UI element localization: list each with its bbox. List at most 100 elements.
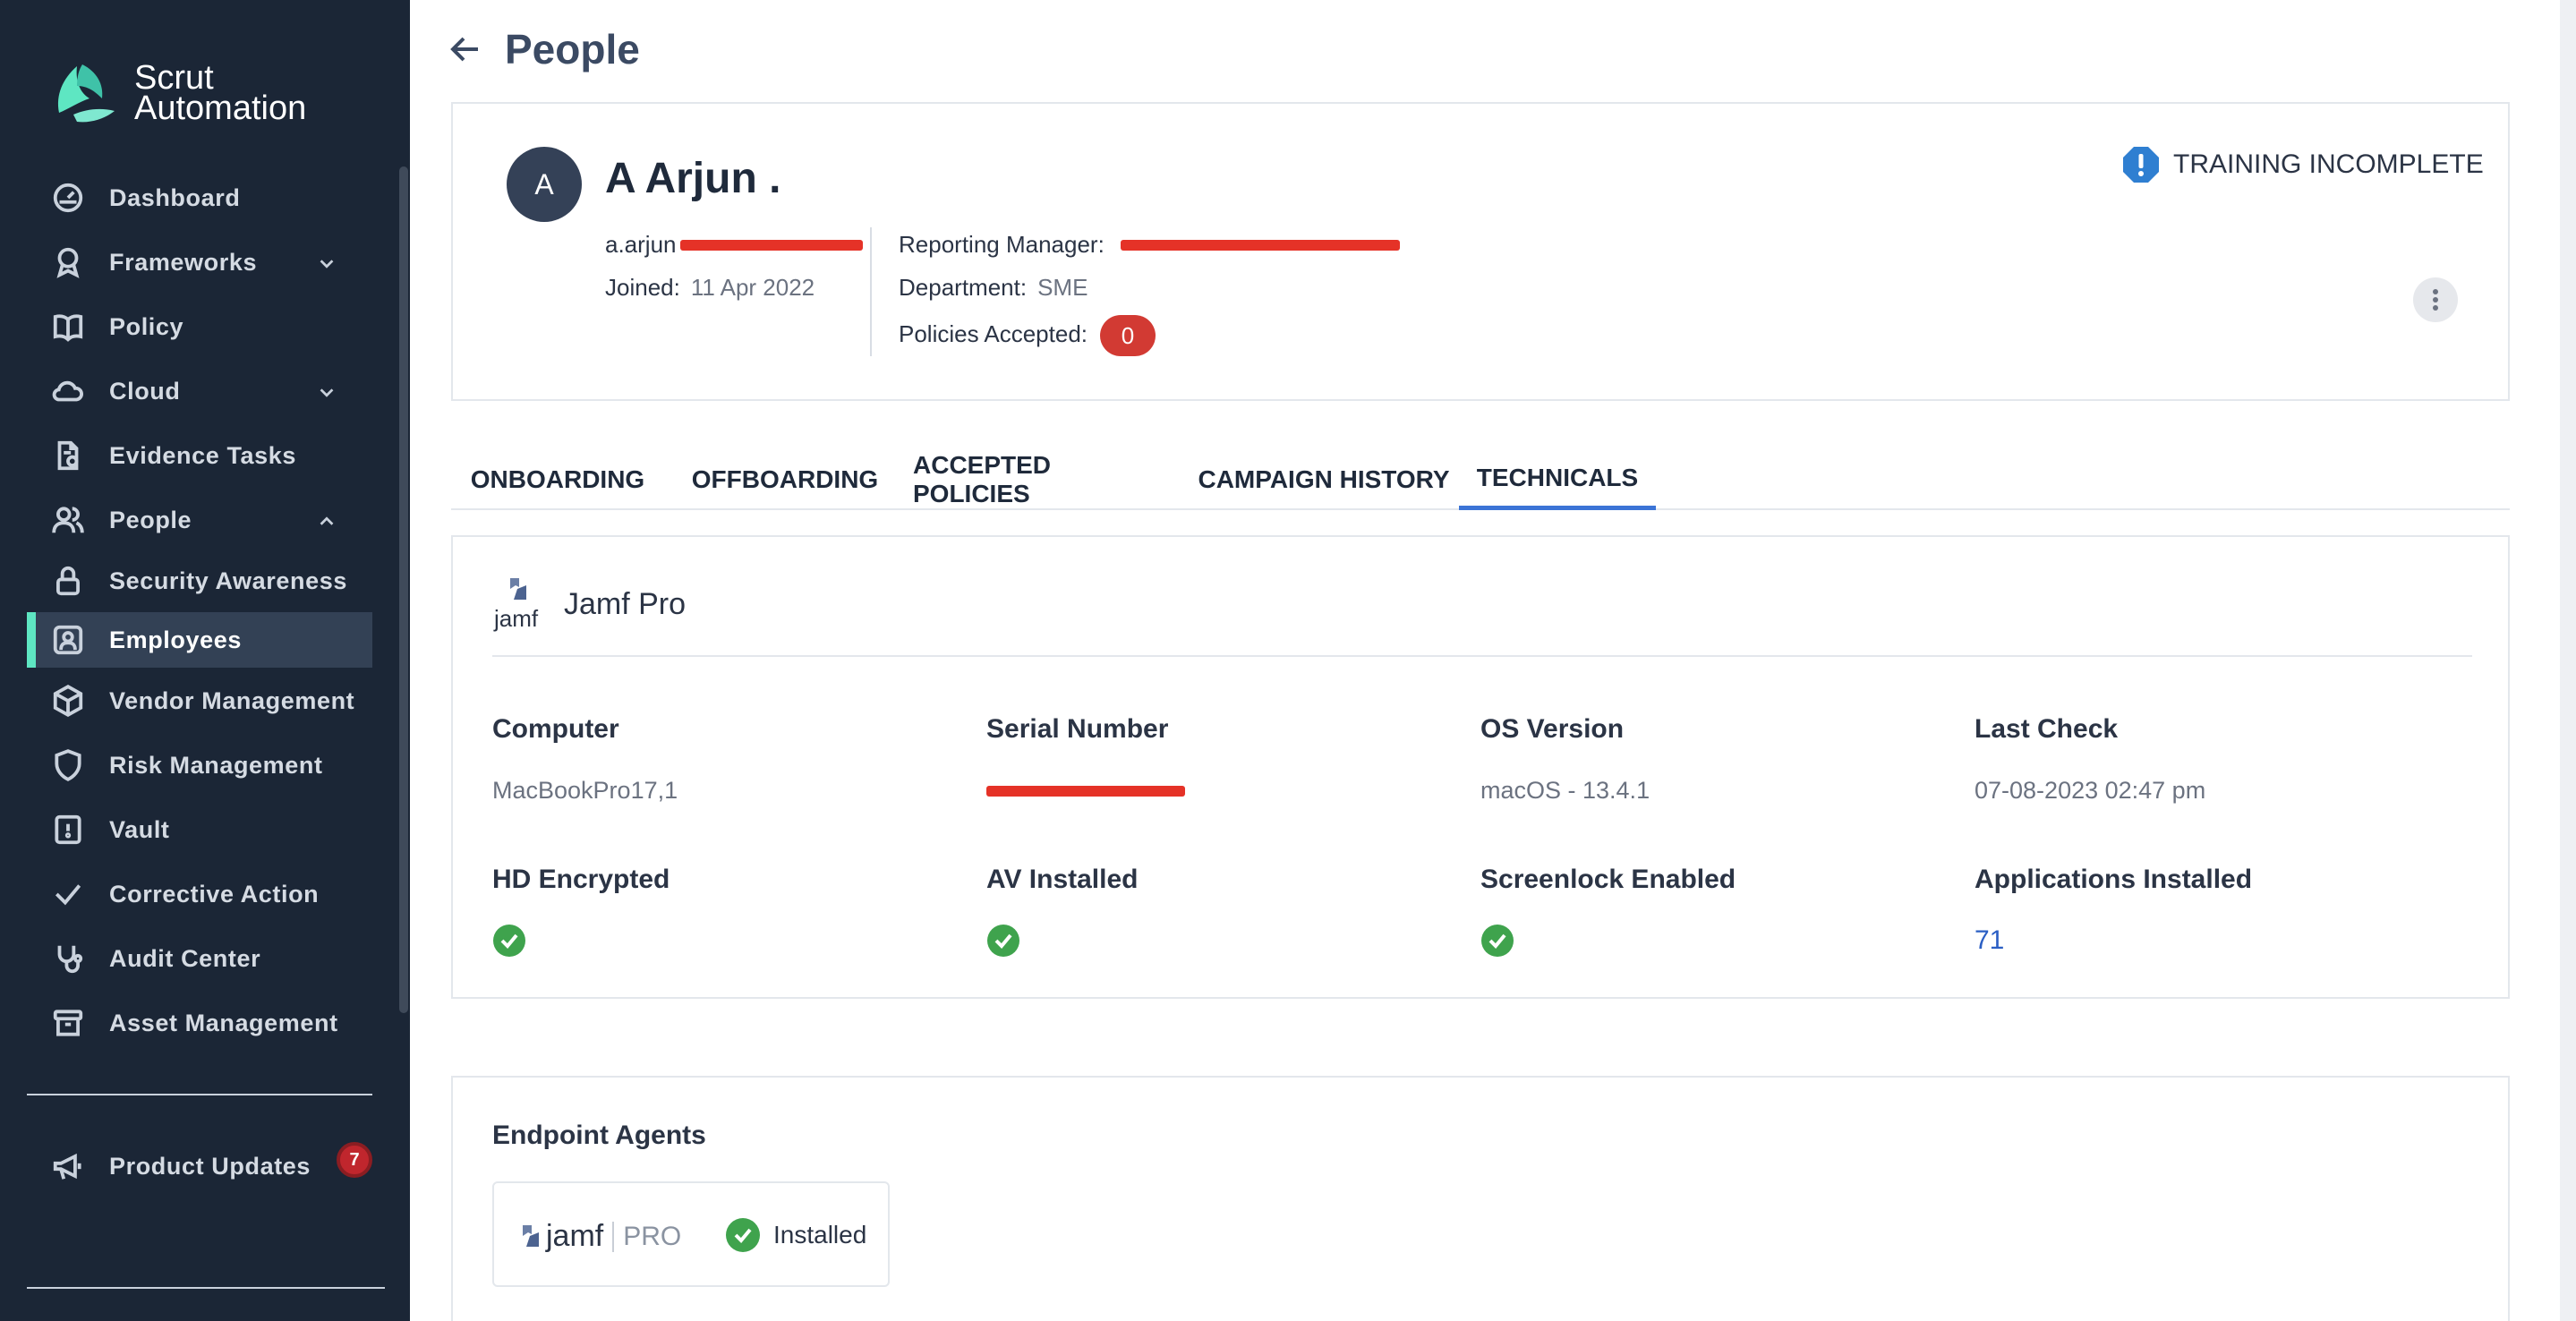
- cloud-icon: [50, 373, 86, 409]
- brand-line-1: Scrut: [134, 59, 214, 97]
- sidebar-divider: [27, 1094, 372, 1095]
- sidebar-item-label: Risk Management: [109, 751, 323, 779]
- sidebar-item-risk-management[interactable]: Risk Management: [27, 737, 372, 793]
- tab-offboarding[interactable]: OFFBOARDING: [686, 449, 884, 510]
- last-check-value: 07-08-2023 02:47 pm: [1975, 777, 2206, 804]
- sidebar-item-employees[interactable]: Employees: [27, 612, 372, 668]
- av-installed-check-icon: [987, 925, 1019, 957]
- training-status: TRAINING INCOMPLETE: [2121, 145, 2484, 184]
- sidebar-item-security-awareness[interactable]: Security Awareness: [27, 553, 372, 609]
- reporting-manager-label: Reporting Manager:: [899, 231, 1105, 258]
- endpoint-agents-card: Endpoint Agents jamf PRO Installed: [451, 1076, 2510, 1321]
- sidebar-item-asset-management[interactable]: Asset Management: [27, 995, 372, 1051]
- sidebar-item-product-updates[interactable]: Product Updates: [27, 1138, 372, 1194]
- agent-logo-text: jamf: [546, 1219, 604, 1253]
- sidebar-item-people[interactable]: People: [27, 492, 372, 548]
- policies-accepted-count[interactable]: 0: [1100, 315, 1156, 356]
- agent-jamf-pro[interactable]: jamf PRO Installed: [492, 1181, 890, 1287]
- technicals-card: jamf Jamf Pro Computer MacBookPro17,1 Se…: [451, 535, 2510, 999]
- shield-icon: [50, 747, 86, 783]
- redaction-mark: [680, 240, 863, 251]
- employee-tabs: ONBOARDING OFFBOARDING ACCEPTED POLICIES…: [451, 449, 2510, 510]
- chevron-down-icon[interactable]: [317, 381, 337, 401]
- jamf-logo-icon: jamf: [493, 578, 539, 632]
- joined-value: 11 Apr 2022: [690, 274, 815, 301]
- tab-accepted-policies[interactable]: ACCEPTED POLICIES: [913, 449, 1173, 510]
- serial-number-label: Serial Number: [986, 714, 1169, 744]
- brand-line-2: Automation: [134, 89, 307, 127]
- alert-octagon-icon: [2123, 147, 2159, 183]
- stethoscope-icon: [50, 941, 86, 976]
- joined-info: Joined: 11 Apr 2022: [605, 274, 815, 302]
- agent-logo-sub: PRO: [612, 1221, 681, 1252]
- screenlock-enabled-label: Screenlock Enabled: [1480, 865, 1736, 894]
- sidebar-item-cloud[interactable]: Cloud: [27, 363, 372, 419]
- sidebar-item-label: Policy: [109, 312, 184, 340]
- jamf-mark-icon: [523, 1224, 539, 1247]
- chevron-down-icon[interactable]: [317, 252, 337, 272]
- jamf-pro-logo: jamf PRO: [519, 1219, 681, 1254]
- department-label: Department:: [899, 274, 1028, 301]
- scrut-logo-icon: [57, 64, 115, 123]
- applications-installed-count[interactable]: 71: [1975, 925, 2004, 956]
- sidebar-item-dashboard[interactable]: Dashboard: [27, 170, 372, 226]
- employee-icon: [50, 622, 86, 658]
- policies-accepted-info: Policies Accepted: 0: [899, 315, 1156, 356]
- section-divider: [492, 655, 2472, 657]
- sidebar-item-label: Employees: [109, 626, 242, 653]
- jamf-logo-text: jamf: [493, 605, 539, 632]
- sidebar-item-audit-center[interactable]: Audit Center: [27, 931, 372, 986]
- applications-installed-label: Applications Installed: [1975, 865, 2253, 894]
- sidebar-item-policy[interactable]: Policy: [27, 299, 372, 354]
- sidebar-item-evidence-tasks[interactable]: Evidence Tasks: [27, 428, 372, 483]
- chevron-up-icon[interactable]: [317, 510, 337, 530]
- sidebar-item-label: Dashboard: [109, 183, 241, 211]
- sidebar-scrollbar[interactable]: [399, 166, 408, 1013]
- vertical-dots-icon: [2433, 289, 2438, 311]
- people-icon: [50, 502, 86, 538]
- agent-status-text: Installed: [773, 1221, 867, 1249]
- sidebar-item-label: Security Awareness: [109, 567, 347, 594]
- provider-name: Jamf Pro: [564, 586, 687, 621]
- more-options-button[interactable]: [2413, 277, 2458, 322]
- brand-logo[interactable]: Scrut Automation: [50, 59, 306, 127]
- hd-encrypted-check-icon: [493, 925, 525, 957]
- department-value: SME: [1037, 274, 1088, 301]
- evidence-icon: [50, 438, 86, 473]
- sidebar-item-corrective-action[interactable]: Corrective Action: [27, 866, 372, 922]
- redaction-mark: [986, 786, 1185, 797]
- page-title: People: [505, 26, 640, 72]
- notification-count-badge: 7: [337, 1142, 372, 1178]
- tab-technicals[interactable]: TECHNICALS: [1459, 449, 1656, 510]
- sidebar-item-label: Product Updates: [109, 1152, 311, 1180]
- sidebar-item-label: Frameworks: [109, 248, 258, 276]
- sidebar: Scrut Automation Dashboard Frameworks Po…: [0, 0, 410, 1321]
- info-divider: [870, 227, 872, 356]
- check-icon: [50, 876, 86, 912]
- os-version-label: OS Version: [1480, 714, 1625, 744]
- sidebar-item-vendor-management[interactable]: Vendor Management: [27, 673, 372, 729]
- agent-status: Installed: [725, 1217, 866, 1253]
- joined-label: Joined:: [605, 274, 680, 301]
- computer-value: MacBookPro17,1: [492, 777, 678, 804]
- sidebar-item-label: People: [109, 506, 192, 533]
- endpoint-agents-title: Endpoint Agents: [492, 1121, 706, 1150]
- sidebar-item-label: Corrective Action: [109, 880, 320, 908]
- sidebar-item-label: Audit Center: [109, 944, 261, 972]
- employee-email: a.arjun: [605, 231, 677, 259]
- computer-label: Computer: [492, 714, 619, 744]
- profile-card: A A Arjun . a.arjun Joined: 11 Apr 2022 R…: [451, 102, 2510, 401]
- frameworks-icon: [50, 244, 86, 280]
- tab-onboarding[interactable]: ONBOARDING: [451, 449, 664, 510]
- page-scrollbar[interactable]: [2560, 0, 2576, 1321]
- megaphone-icon: [50, 1148, 86, 1184]
- avatar: A: [507, 147, 582, 222]
- policies-accepted-label: Policies Accepted:: [899, 320, 1088, 347]
- sidebar-item-frameworks[interactable]: Frameworks: [27, 234, 372, 290]
- back-arrow-icon[interactable]: [448, 31, 483, 67]
- dashboard-icon: [50, 180, 86, 216]
- employee-name: A Arjun .: [605, 155, 781, 202]
- sidebar-divider-bottom: [27, 1287, 385, 1289]
- tab-campaign-history[interactable]: CAMPAIGN HISTORY: [1194, 449, 1454, 510]
- sidebar-item-vault[interactable]: Vault: [27, 802, 372, 857]
